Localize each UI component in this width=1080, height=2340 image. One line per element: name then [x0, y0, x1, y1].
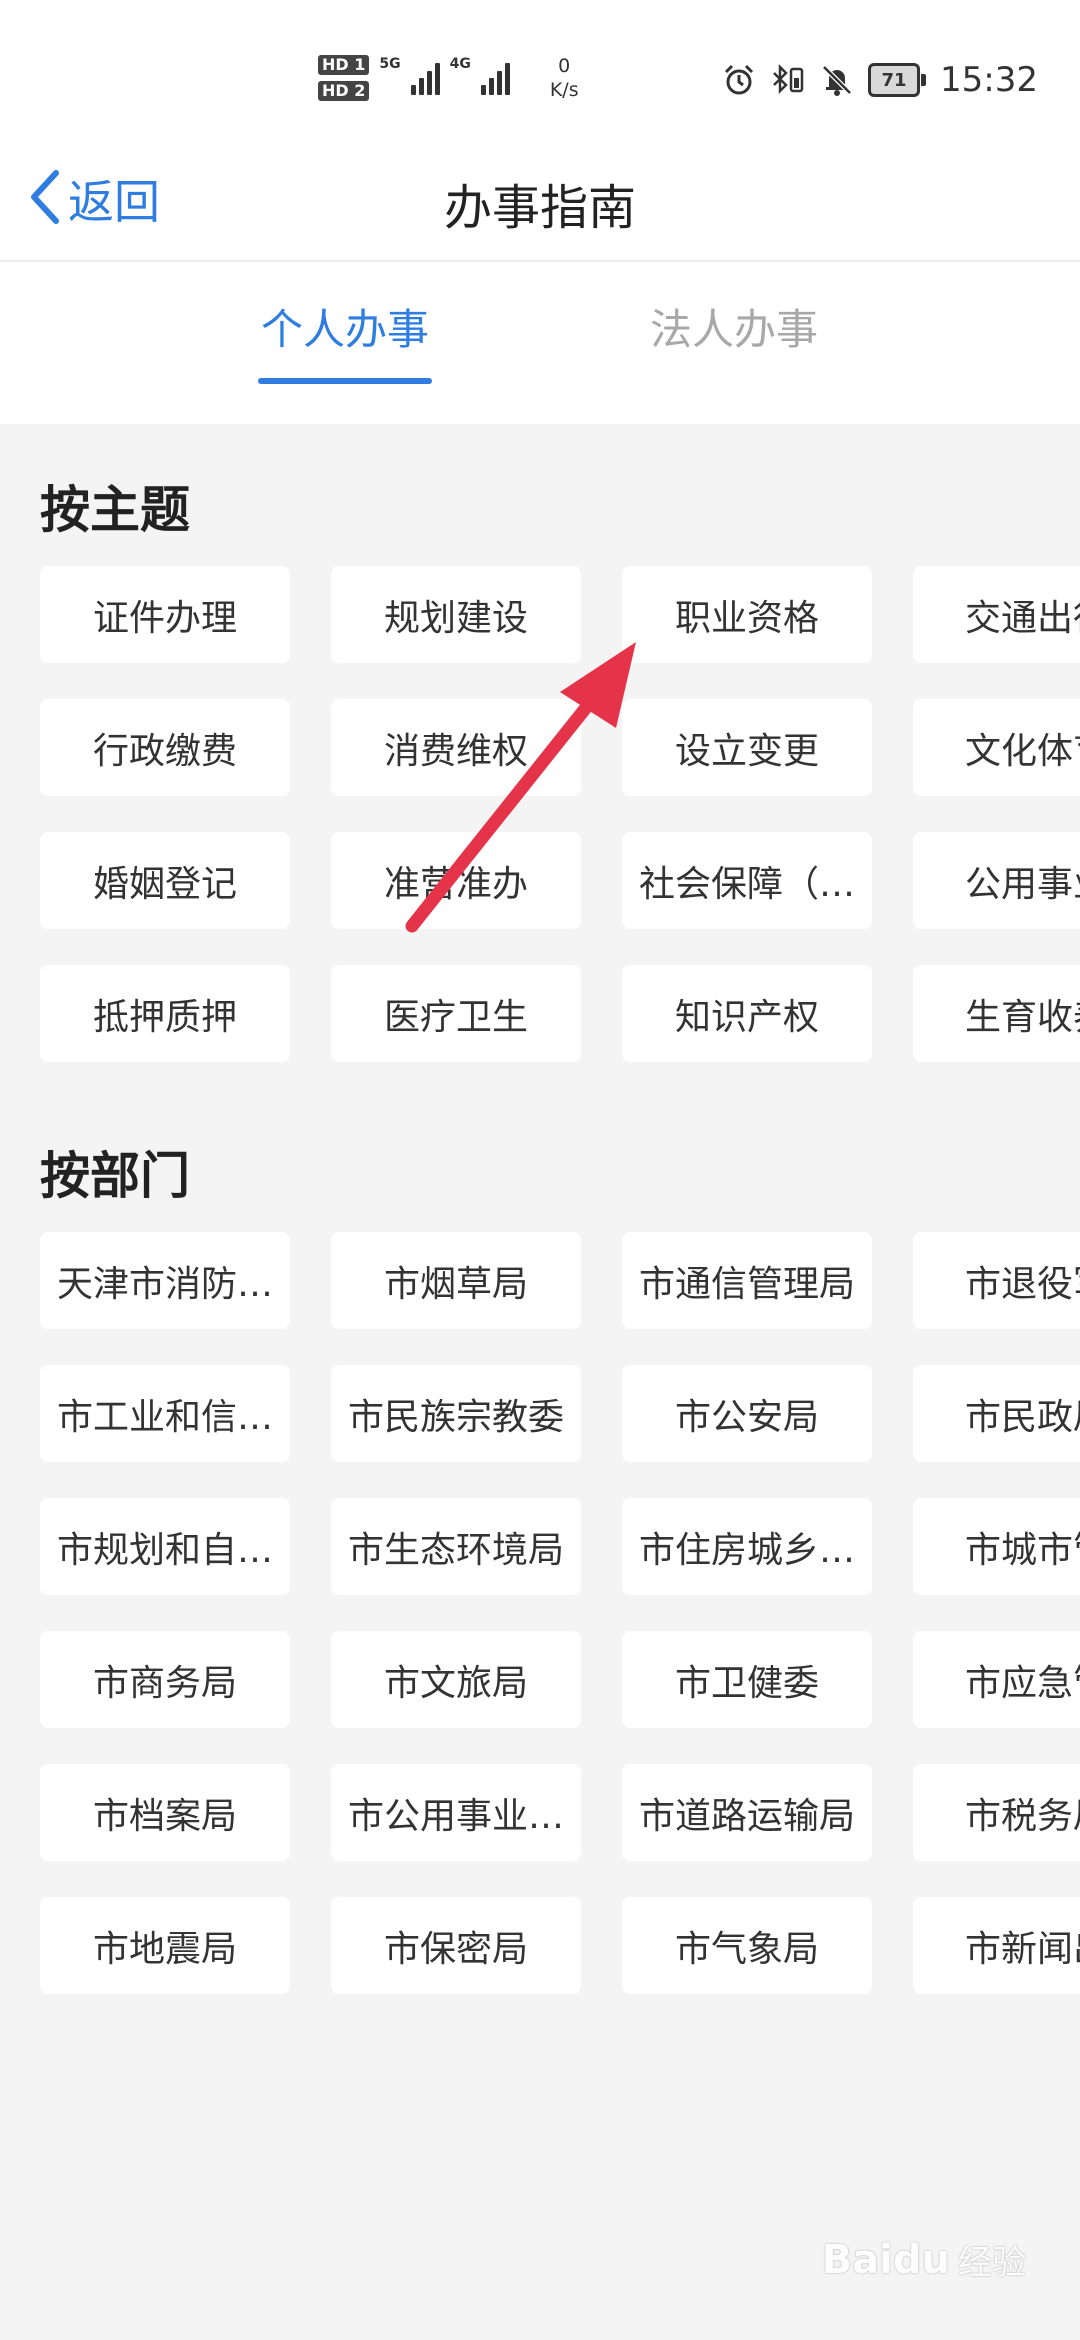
clock: 15:32	[940, 60, 1038, 100]
status-icons: 71 15:32	[722, 52, 1038, 108]
theme-item[interactable]: 规划建设	[331, 566, 581, 663]
theme-item[interactable]: 生育收养	[913, 965, 1080, 1062]
theme-item[interactable]: 职业资格	[622, 566, 872, 663]
dept-item[interactable]: 市气象局	[622, 1897, 872, 1994]
theme-item[interactable]: 医疗卫生	[331, 965, 581, 1062]
dept-item[interactable]: 市道路运输局	[622, 1764, 872, 1861]
dept-item[interactable]: 市规划和自…	[40, 1498, 290, 1595]
battery-level: 71	[881, 69, 907, 91]
dept-item[interactable]: 市公用事业…	[331, 1764, 581, 1861]
bluetooth-battery-icon	[770, 63, 806, 97]
tab-legal-affairs[interactable]: 法人办事	[644, 296, 824, 357]
dept-item[interactable]: 市住房城乡…	[622, 1498, 872, 1595]
alarm-icon	[722, 63, 756, 97]
theme-item[interactable]: 抵押质押	[40, 965, 290, 1062]
battery-icon: 71	[868, 63, 927, 97]
theme-item[interactable]: 知识产权	[622, 965, 872, 1062]
dept-item[interactable]: 市档案局	[40, 1764, 290, 1861]
signal-indicators: HD 1 HD 2 5G 4G 0 K/s	[318, 48, 579, 108]
dept-item[interactable]: 市应急管理	[913, 1631, 1080, 1728]
theme-item[interactable]: 证件办理	[40, 566, 290, 663]
theme-item[interactable]: 设立变更	[622, 699, 872, 796]
tab-personal-affairs[interactable]: 个人办事	[258, 296, 432, 357]
theme-section-title: 按主题	[40, 481, 190, 539]
network-5g-label: 5G	[379, 56, 401, 72]
dept-item[interactable]: 市新闻出版	[913, 1897, 1080, 1994]
dept-item[interactable]: 市保密局	[331, 1897, 581, 1994]
dept-item[interactable]: 天津市消防…	[40, 1232, 290, 1329]
theme-item[interactable]: 行政缴费	[40, 699, 290, 796]
theme-item[interactable]: 公用事业	[913, 832, 1080, 929]
hd-badges: HD 1 HD 2	[318, 55, 370, 101]
tab-active-indicator	[258, 378, 432, 384]
dept-item[interactable]: 市民族宗教委	[331, 1365, 581, 1462]
signal-bars-icon	[410, 61, 440, 95]
mute-bell-icon	[820, 63, 854, 97]
watermark-suffix: 经验	[958, 2243, 1026, 2283]
theme-item[interactable]: 文化体育	[913, 699, 1080, 796]
dept-grid: 天津市消防… 市烟草局 市通信管理局 市退役军人 市工业和信… 市民族宗教委 市…	[40, 1232, 1080, 1994]
dept-item[interactable]: 市卫健委	[622, 1631, 872, 1728]
dept-item[interactable]: 市民政局	[913, 1365, 1080, 1462]
dept-section-title: 按部门	[40, 1147, 190, 1205]
signal-bars-icon-2	[480, 61, 510, 95]
speed-value: 0	[558, 55, 571, 77]
dept-item[interactable]: 市通信管理局	[622, 1232, 872, 1329]
theme-item[interactable]: 社会保障（…	[622, 832, 872, 929]
network-4g-label: 4G	[449, 56, 471, 72]
network-speed: 0 K/s	[550, 54, 579, 102]
dept-item[interactable]: 市文旅局	[331, 1631, 581, 1728]
dept-item[interactable]: 市烟草局	[331, 1232, 581, 1329]
dept-item[interactable]: 市地震局	[40, 1897, 290, 1994]
hd1-badge: HD 1	[318, 55, 370, 75]
watermark-brand: Baidu	[821, 2236, 950, 2283]
page-title: 办事指南	[443, 180, 636, 236]
theme-item[interactable]: 交通出行	[913, 566, 1080, 663]
dept-item[interactable]: 市税务局	[913, 1764, 1080, 1861]
dept-item[interactable]: 市生态环境局	[331, 1498, 581, 1595]
dept-item[interactable]: 市退役军人	[913, 1232, 1080, 1329]
dept-item[interactable]: 市工业和信…	[40, 1365, 290, 1462]
dept-item[interactable]: 市商务局	[40, 1631, 290, 1728]
theme-item[interactable]: 消费维权	[331, 699, 581, 796]
baidu-watermark: Baidu 经验	[822, 2235, 1026, 2284]
nav-bar: 返回 办事指南	[0, 138, 1080, 262]
theme-item[interactable]: 准营准办	[331, 832, 581, 929]
dept-item[interactable]: 市公安局	[622, 1365, 872, 1462]
speed-unit: K/s	[549, 79, 579, 101]
theme-grid: 证件办理 规划建设 职业资格 交通出行 行政缴费 消费维权 设立变更 文化体育 …	[40, 566, 1080, 1062]
status-bar: HD 1 HD 2 5G 4G 0 K/s 71 15:32	[0, 0, 1080, 138]
hd2-badge: HD 2	[318, 81, 370, 101]
theme-item[interactable]: 婚姻登记	[40, 832, 290, 929]
dept-item[interactable]: 市城市管理	[913, 1498, 1080, 1595]
tab-bar: 个人办事 法人办事	[0, 262, 1080, 424]
